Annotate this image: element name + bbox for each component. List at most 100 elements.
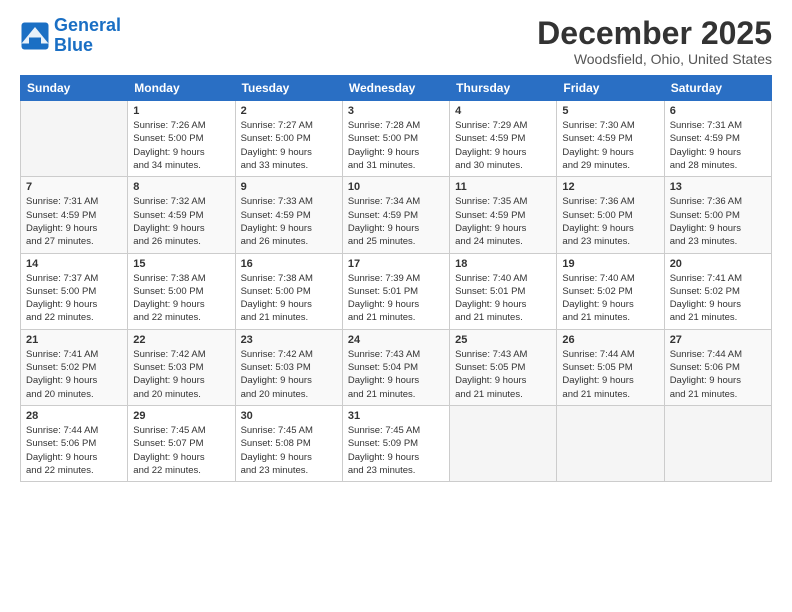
- day-number: 17: [348, 258, 444, 270]
- calendar-table: SundayMondayTuesdayWednesdayThursdayFrid…: [20, 75, 772, 482]
- day-info: Sunrise: 7:38 AMSunset: 5:00 PMDaylight:…: [133, 272, 229, 325]
- calendar-cell: 7 Sunrise: 7:31 AMSunset: 4:59 PMDaylight…: [21, 177, 128, 253]
- day-number: 1: [133, 105, 229, 117]
- calendar-cell: 21 Sunrise: 7:41 AMSunset: 5:02 PMDayligh…: [21, 329, 128, 405]
- logo-text: General Blue: [54, 16, 121, 56]
- day-number: 31: [348, 410, 444, 422]
- day-number: 30: [241, 410, 337, 422]
- day-number: 10: [348, 181, 444, 193]
- day-number: 9: [241, 181, 337, 193]
- calendar-cell: 24 Sunrise: 7:43 AMSunset: 5:04 PMDayligh…: [342, 329, 449, 405]
- day-info: Sunrise: 7:44 AMSunset: 5:06 PMDaylight:…: [670, 348, 766, 401]
- day-number: 8: [133, 181, 229, 193]
- logo-line1: General: [54, 15, 121, 35]
- day-number: 28: [26, 410, 122, 422]
- calendar-cell: 5Sunrise: 7:30 AMSunset: 4:59 PMDaylight…: [557, 101, 664, 177]
- day-info: Sunrise: 7:45 AMSunset: 5:07 PMDaylight:…: [133, 424, 229, 477]
- day-info: Sunrise: 7:34 AMSunset: 4:59 PMDaylight:…: [348, 195, 444, 248]
- day-info: Sunrise: 7:28 AMSunset: 5:00 PMDaylight:…: [348, 119, 444, 172]
- day-info: Sunrise: 7:31 AMSunset: 4:59 PMDaylight:…: [26, 195, 122, 248]
- calendar-cell: 29 Sunrise: 7:45 AMSunset: 5:07 PMDayligh…: [128, 405, 235, 481]
- day-number: 24: [348, 334, 444, 346]
- day-info: Sunrise: 7:45 AMSunset: 5:09 PMDaylight:…: [348, 424, 444, 477]
- calendar-cell: 28 Sunrise: 7:44 AMSunset: 5:06 PMDayligh…: [21, 405, 128, 481]
- calendar-cell: 12 Sunrise: 7:36 AMSunset: 5:00 PMDayligh…: [557, 177, 664, 253]
- calendar-cell: 15Sunrise: 7:38 AMSunset: 5:00 PMDayligh…: [128, 253, 235, 329]
- calendar-cell: 17 Sunrise: 7:39 AMSunset: 5:01 PMDayligh…: [342, 253, 449, 329]
- day-info: Sunrise: 7:45 AMSunset: 5:08 PMDaylight:…: [241, 424, 337, 477]
- title-block: December 2025 Woodsfield, Ohio, United S…: [537, 16, 772, 67]
- logo: General Blue: [20, 16, 121, 56]
- day-info: Sunrise: 7:41 AMSunset: 5:02 PMDaylight:…: [670, 272, 766, 325]
- day-number: 27: [670, 334, 766, 346]
- day-info: Sunrise: 7:42 AMSunset: 5:03 PMDaylight:…: [241, 348, 337, 401]
- month-title: December 2025: [537, 16, 772, 51]
- day-info: Sunrise: 7:32 AMSunset: 4:59 PMDaylight:…: [133, 195, 229, 248]
- day-number: 13: [670, 181, 766, 193]
- calendar-cell: [557, 405, 664, 481]
- day-info: Sunrise: 7:40 AMSunset: 5:01 PMDaylight:…: [455, 272, 551, 325]
- day-number: 16: [241, 258, 337, 270]
- day-info: Sunrise: 7:27 AMSunset: 5:00 PMDaylight:…: [241, 119, 337, 172]
- calendar-cell: [664, 405, 771, 481]
- calendar-cell: 9 Sunrise: 7:33 AMSunset: 4:59 PMDaylight…: [235, 177, 342, 253]
- calendar-week-3: 14 Sunrise: 7:37 AMSunset: 5:00 PMDayligh…: [21, 253, 772, 329]
- day-number: 12: [562, 181, 658, 193]
- day-number: 21: [26, 334, 122, 346]
- location: Woodsfield, Ohio, United States: [537, 51, 772, 67]
- day-number: 6: [670, 105, 766, 117]
- day-info: Sunrise: 7:37 AMSunset: 5:00 PMDaylight:…: [26, 272, 122, 325]
- weekday-header-tuesday: Tuesday: [235, 76, 342, 101]
- weekday-header-sunday: Sunday: [21, 76, 128, 101]
- calendar-cell: 25 Sunrise: 7:43 AMSunset: 5:05 PMDayligh…: [450, 329, 557, 405]
- calendar-cell: 18Sunrise: 7:40 AMSunset: 5:01 PMDayligh…: [450, 253, 557, 329]
- calendar-week-5: 28 Sunrise: 7:44 AMSunset: 5:06 PMDayligh…: [21, 405, 772, 481]
- day-number: 25: [455, 334, 551, 346]
- weekday-header-wednesday: Wednesday: [342, 76, 449, 101]
- day-info: Sunrise: 7:44 AMSunset: 5:06 PMDaylight:…: [26, 424, 122, 477]
- day-info: Sunrise: 7:40 AMSunset: 5:02 PMDaylight:…: [562, 272, 658, 325]
- day-number: 29: [133, 410, 229, 422]
- weekday-header-row: SundayMondayTuesdayWednesdayThursdayFrid…: [21, 76, 772, 101]
- day-number: 20: [670, 258, 766, 270]
- calendar-cell: 6 Sunrise: 7:31 AMSunset: 4:59 PMDaylight…: [664, 101, 771, 177]
- day-info: Sunrise: 7:44 AMSunset: 5:05 PMDaylight:…: [562, 348, 658, 401]
- calendar-cell: 13 Sunrise: 7:36 AMSunset: 5:00 PMDayligh…: [664, 177, 771, 253]
- calendar-cell: 23 Sunrise: 7:42 AMSunset: 5:03 PMDayligh…: [235, 329, 342, 405]
- weekday-header-saturday: Saturday: [664, 76, 771, 101]
- calendar-cell: 31 Sunrise: 7:45 AMSunset: 5:09 PMDayligh…: [342, 405, 449, 481]
- calendar-cell: [21, 101, 128, 177]
- day-info: Sunrise: 7:43 AMSunset: 5:04 PMDaylight:…: [348, 348, 444, 401]
- day-number: 4: [455, 105, 551, 117]
- calendar-cell: 11Sunrise: 7:35 AMSunset: 4:59 PMDayligh…: [450, 177, 557, 253]
- day-number: 23: [241, 334, 337, 346]
- day-info: Sunrise: 7:36 AMSunset: 5:00 PMDaylight:…: [562, 195, 658, 248]
- day-info: Sunrise: 7:41 AMSunset: 5:02 PMDaylight:…: [26, 348, 122, 401]
- calendar-cell: 10 Sunrise: 7:34 AMSunset: 4:59 PMDayligh…: [342, 177, 449, 253]
- day-info: Sunrise: 7:29 AMSunset: 4:59 PMDaylight:…: [455, 119, 551, 172]
- day-info: Sunrise: 7:39 AMSunset: 5:01 PMDaylight:…: [348, 272, 444, 325]
- day-number: 5: [562, 105, 658, 117]
- day-info: Sunrise: 7:33 AMSunset: 4:59 PMDaylight:…: [241, 195, 337, 248]
- calendar-cell: 2 Sunrise: 7:27 AMSunset: 5:00 PMDaylight…: [235, 101, 342, 177]
- day-number: 19: [562, 258, 658, 270]
- day-number: 2: [241, 105, 337, 117]
- day-number: 7: [26, 181, 122, 193]
- calendar-cell: [450, 405, 557, 481]
- day-info: Sunrise: 7:43 AMSunset: 5:05 PMDaylight:…: [455, 348, 551, 401]
- day-info: Sunrise: 7:31 AMSunset: 4:59 PMDaylight:…: [670, 119, 766, 172]
- calendar-week-4: 21 Sunrise: 7:41 AMSunset: 5:02 PMDayligh…: [21, 329, 772, 405]
- day-number: 26: [562, 334, 658, 346]
- day-number: 14: [26, 258, 122, 270]
- day-number: 22: [133, 334, 229, 346]
- weekday-header-monday: Monday: [128, 76, 235, 101]
- calendar-cell: 26 Sunrise: 7:44 AMSunset: 5:05 PMDayligh…: [557, 329, 664, 405]
- calendar-cell: 1 Sunrise: 7:26 AMSunset: 5:00 PMDaylight…: [128, 101, 235, 177]
- calendar-cell: 30 Sunrise: 7:45 AMSunset: 5:08 PMDayligh…: [235, 405, 342, 481]
- day-number: 11: [455, 181, 551, 193]
- calendar-page: General Blue December 2025 Woodsfield, O…: [0, 0, 792, 612]
- header: General Blue December 2025 Woodsfield, O…: [20, 16, 772, 67]
- day-info: Sunrise: 7:26 AMSunset: 5:00 PMDaylight:…: [133, 119, 229, 172]
- weekday-header-thursday: Thursday: [450, 76, 557, 101]
- day-info: Sunrise: 7:36 AMSunset: 5:00 PMDaylight:…: [670, 195, 766, 248]
